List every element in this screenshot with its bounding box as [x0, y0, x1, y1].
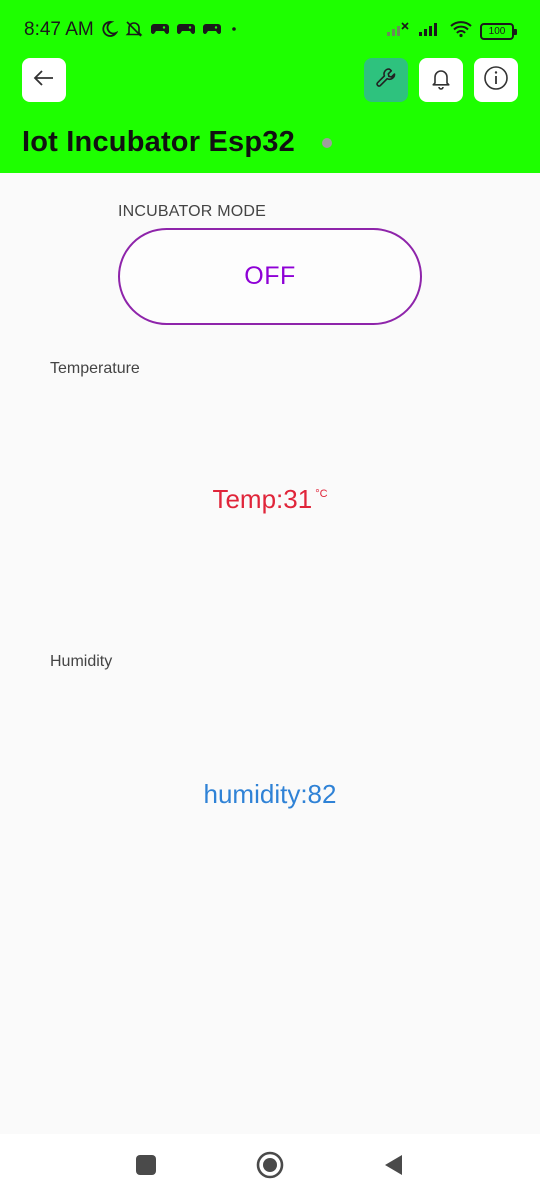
recents-square-icon	[135, 1154, 157, 1181]
muted-bell-icon	[124, 19, 144, 44]
home-button[interactable]	[256, 1151, 284, 1180]
connection-status-dot	[322, 138, 332, 148]
temperature-unit: °C	[315, 488, 328, 500]
home-circle-icon	[256, 1151, 284, 1184]
status-time: 8:47 AM	[24, 19, 94, 40]
wifi-icon	[450, 20, 472, 43]
system-back-button[interactable]	[380, 1154, 406, 1180]
incubator-mode-value: OFF	[244, 262, 296, 290]
status-bar: 8:47 AM 100	[0, 0, 540, 60]
status-icons-left	[100, 19, 240, 43]
humidity-display: humidity:82	[0, 779, 540, 810]
game-controller-icon	[202, 21, 222, 42]
bell-icon	[429, 66, 453, 95]
incubator-mode-button[interactable]: OFF	[118, 228, 422, 325]
wrench-icon	[374, 66, 398, 95]
info-button[interactable]	[474, 58, 518, 102]
signal-no-service-icon	[386, 21, 410, 42]
temperature-value: Temp:31	[212, 484, 313, 514]
settings-button[interactable]	[364, 58, 408, 102]
temperature-label: Temperature	[50, 360, 140, 377]
humidity-value: humidity:82	[203, 779, 337, 809]
back-triangle-icon	[382, 1153, 404, 1182]
notifications-button[interactable]	[419, 58, 463, 102]
temperature-display: Temp:31 °C	[0, 484, 540, 515]
info-icon	[483, 65, 509, 96]
dot-icon	[228, 22, 240, 40]
battery-icon: 100	[480, 22, 517, 40]
game-controller-icon	[176, 21, 196, 42]
arrow-left-icon	[32, 66, 56, 95]
recents-button[interactable]	[133, 1154, 159, 1180]
game-controller-icon	[150, 21, 170, 42]
app-header: 8:47 AM 100 Iot Incubator Esp32	[0, 0, 540, 173]
device-title: Iot Incubator Esp32	[22, 126, 295, 158]
status-icons-right: 100	[386, 19, 517, 43]
incubator-mode-label: INCUBATOR MODE	[118, 203, 266, 220]
system-nav-bar	[0, 1134, 540, 1200]
humidity-label: Humidity	[50, 653, 113, 670]
moon-icon	[100, 20, 119, 43]
signal-icon	[418, 21, 442, 42]
back-button[interactable]	[22, 58, 66, 102]
